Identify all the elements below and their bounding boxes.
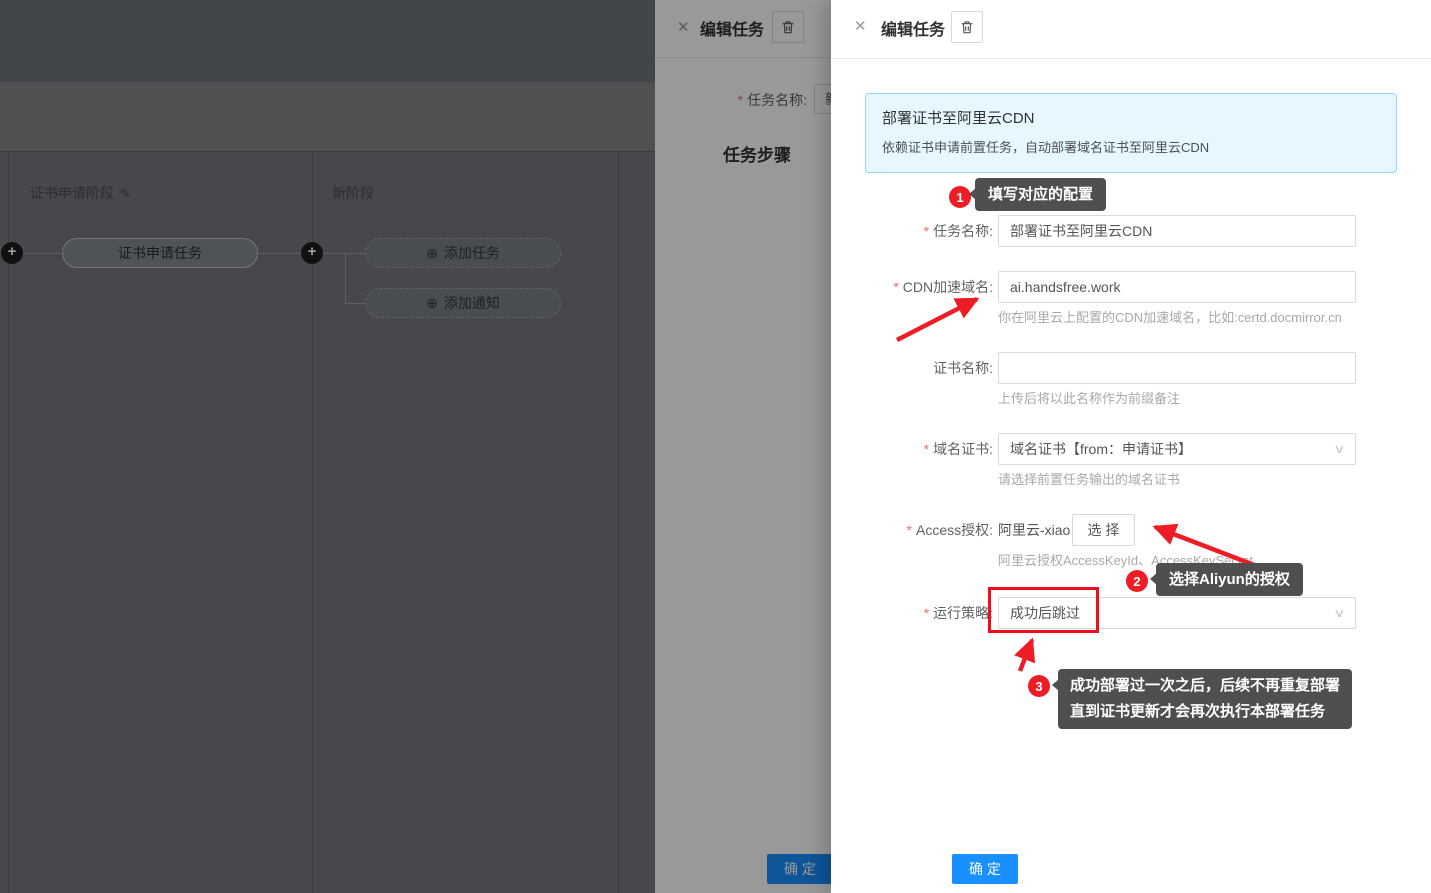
label-text: 运行策略: <box>933 605 993 621</box>
annotation-arrow-strategy <box>1020 640 1032 671</box>
tooltip-step-1: 填写对应的配置 <box>975 178 1106 211</box>
circle-plus-icon: ⊕ <box>426 295 438 312</box>
access-value: 阿里云-xiao <box>998 514 1071 546</box>
cdn-domain-help: 你在阿里云上配置的CDN加速域名，比如:certd.docmirror.cn <box>998 307 1342 326</box>
cdn-domain-label: * CDN加速域名: <box>831 271 993 303</box>
stage-title-text: 证书申请阶段 <box>30 185 114 201</box>
task-pill-label: 证书申请任务 <box>118 243 202 263</box>
close-icon[interactable]: ✕ <box>854 17 867 35</box>
label-text: CDN加速域名: <box>903 279 993 295</box>
chevron-down-icon: ∨ <box>1333 442 1345 456</box>
plugin-info-alert: 部署证书至阿里云CDN 依赖证书申请前置任务，自动部署域名证书至阿里云CDN <box>865 93 1397 173</box>
label-text: 证书名称: <box>933 360 993 376</box>
required-mark: * <box>907 522 912 538</box>
label-text: 任务名称: <box>933 223 993 239</box>
stage-title-cert-request: 证书申请阶段 ✎ <box>30 183 131 203</box>
label-text: Access授权: <box>916 522 993 538</box>
add-notify-pill[interactable]: ⊕ 添加通知 <box>365 288 561 318</box>
confirm-button[interactable]: 确 定 <box>952 854 1018 884</box>
tooltip-step-3: 成功部署过一次之后，后续不再重复部署 直到证书更新才会再次执行本部署任务 <box>1058 669 1352 729</box>
add-task-label: 添加任务 <box>444 243 500 263</box>
domain-cert-label: *域名证书: <box>831 433 993 465</box>
tooltip-line: 直到证书更新才会再次执行本部署任务 <box>1070 699 1340 725</box>
required-mark: * <box>893 279 898 295</box>
domain-cert-help: 请选择前置任务输出的域名证书 <box>998 469 1180 488</box>
run-strategy-label: *运行策略: <box>831 597 993 629</box>
required-mark: * <box>924 441 929 457</box>
connector-line <box>345 303 365 304</box>
required-mark: * <box>924 605 929 621</box>
connector-line <box>345 253 346 304</box>
app-root: 证书申请阶段 ✎ 新阶段 + + 证书申请任务 ⊕ 添加任务 ⊕ 添加通知 ✕ 编… <box>0 0 1431 893</box>
delete-task-button[interactable] <box>951 11 983 43</box>
alert-description: 依赖证书申请前置任务，自动部署域名证书至阿里云CDN <box>882 137 1380 156</box>
domain-cert-select[interactable]: 域名证书【from：申请证书】 ∨ <box>998 433 1356 465</box>
highlight-box-run-strategy <box>988 587 1099 633</box>
trash-icon <box>959 19 975 35</box>
connector-line <box>323 253 365 254</box>
step-badge-3: 3 <box>1028 675 1050 697</box>
drawer-title: 编辑任务 <box>881 16 945 40</box>
connector-line <box>23 253 62 254</box>
label-text: 域名证书: <box>933 441 993 457</box>
step-badge-1: 1 <box>949 186 971 208</box>
tooltip-step-2: 选择Aliyun的授权 <box>1156 563 1303 596</box>
task-pill-cert-request[interactable]: 证书申请任务 <box>62 238 258 268</box>
stage-title-text: 新阶段 <box>332 185 374 201</box>
task-name-label: *任务名称: <box>831 215 993 247</box>
add-task-pill[interactable]: ⊕ 添加任务 <box>365 238 561 268</box>
add-stage-button[interactable]: + <box>1 242 23 264</box>
tooltip-line: 成功部署过一次之后，后续不再重复部署 <box>1070 673 1340 699</box>
step-badge-2: 2 <box>1126 570 1148 592</box>
add-notify-label: 添加通知 <box>444 293 500 313</box>
add-stage-button[interactable]: + <box>301 242 323 264</box>
task-name-input[interactable] <box>998 215 1356 247</box>
chevron-down-icon: ∨ <box>1333 606 1345 620</box>
cert-name-label: 证书名称: <box>831 352 993 384</box>
alert-title: 部署证书至阿里云CDN <box>882 107 1380 128</box>
header-divider <box>831 58 1431 59</box>
connector-line <box>258 253 301 254</box>
annotation-arrow-cdn <box>897 299 977 340</box>
cdn-domain-input[interactable] <box>998 271 1356 303</box>
cert-name-help: 上传后将以此名称作为前缀备注 <box>998 388 1180 407</box>
stage-column-divider <box>618 152 619 893</box>
cert-name-input[interactable] <box>998 352 1356 384</box>
access-select-button[interactable]: 选 择 <box>1072 514 1135 546</box>
edit-pencil-icon[interactable]: ✎ <box>120 186 131 201</box>
required-mark: * <box>924 223 929 239</box>
access-label: *Access授权: <box>831 514 993 546</box>
edit-task-drawer: ✕ 编辑任务 部署证书至阿里云CDN 依赖证书申请前置任务，自动部署域名证书至阿… <box>831 0 1431 893</box>
circle-plus-icon: ⊕ <box>426 245 438 262</box>
select-value: 域名证书【from：申请证书】 <box>1010 439 1192 459</box>
stage-title-new-stage: 新阶段 <box>332 183 374 203</box>
